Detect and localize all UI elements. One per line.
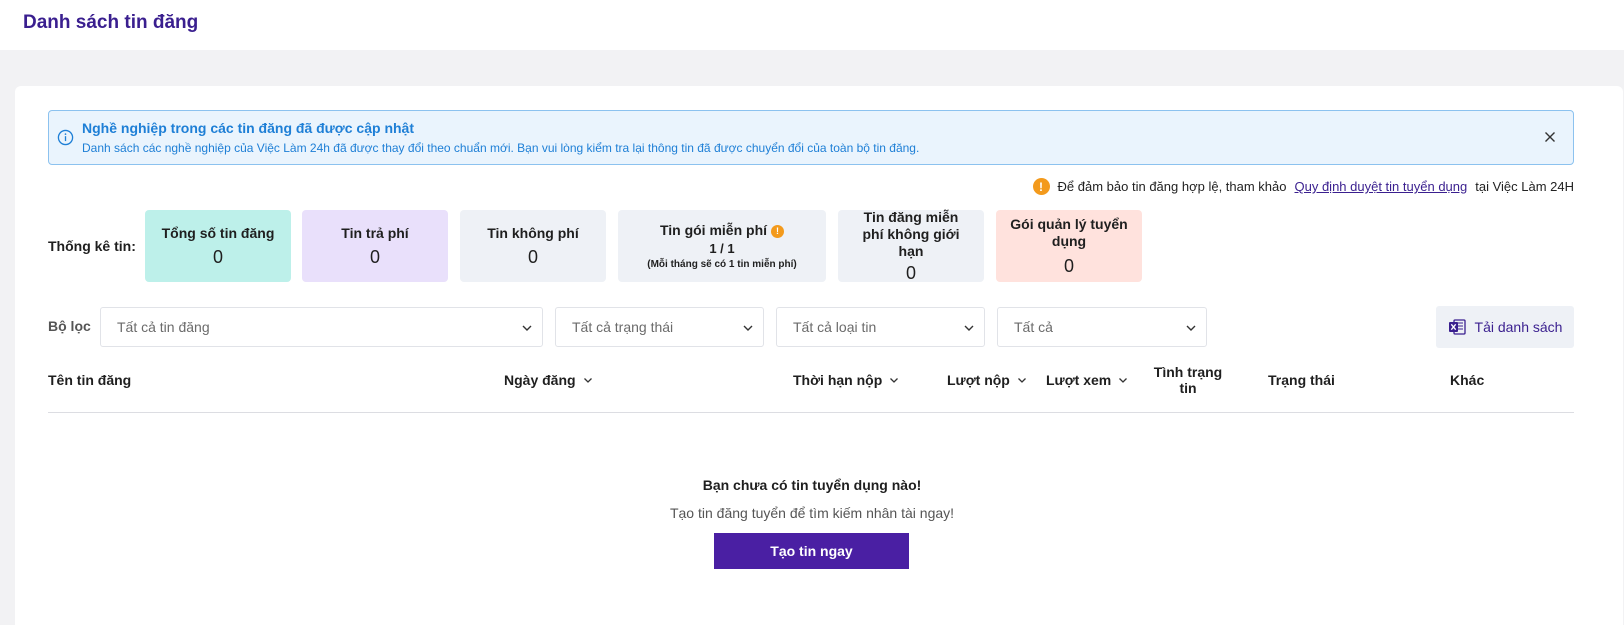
col-header-name: Tên tin đăng [48,372,131,388]
stat-paid-title: Tin trả phí [341,224,409,241]
stat-free-package-ratio: 1 / 1 [709,241,735,256]
excel-icon [1448,319,1466,335]
chevron-down-icon [1186,325,1196,331]
status-filter-select[interactable]: Tất cả trạng thái [555,307,764,347]
chevron-down-icon [890,378,899,383]
empty-state-title: Bạn chưa có tin tuyển dụng nào! [702,477,922,493]
col-date-label: Ngày đăng [504,372,576,388]
post-filter-value: Tất cả tin đăng [117,319,210,335]
create-post-button[interactable]: Tạo tin ngay [714,533,909,569]
alert-text: Danh sách các nghề nghiệp của Việc Làm 2… [82,141,920,155]
type-filter-select[interactable]: Tất cả loại tin [776,307,985,347]
col-views-label: Lượt xem [1046,372,1112,388]
stat-unlimited[interactable]: Tin đăng miễn phí không giới hạn 0 [838,208,984,283]
type-filter-value: Tất cả loại tin [793,319,877,335]
download-list-button[interactable]: Tải danh sách [1436,306,1574,348]
post-filter-select[interactable]: Tất cả tin đăng [100,307,543,347]
notice-suffix: tại Việc Làm 24H [1475,179,1574,194]
chevron-down-icon [522,325,532,331]
chevron-down-icon [583,378,592,383]
col-header-status: Trạng thái [1268,372,1335,388]
stat-unlimited-title: Tin đăng miễn phí không giới hạn [862,208,960,259]
stat-free-title: Tin không phí [487,224,579,241]
col-header-date[interactable]: Ngày đăng [504,372,594,388]
stats-label: Thống kê tin: [48,238,136,254]
col-condition-label: Tình trạng tin [1153,364,1223,396]
col-header-other: Khác [1450,372,1484,388]
col-applies-label: Lượt nộp [947,372,1010,388]
stat-paid[interactable]: Tin trả phí 0 [302,210,448,282]
chevron-down-icon [1119,378,1128,383]
stat-paid-value: 0 [369,246,380,267]
warning-icon: ! [1032,178,1050,195]
col-header-condition: Tình trạng tin [1148,364,1228,396]
alert-title: Nghề nghiệp trong các tin đăng đã được c… [82,120,415,136]
col-header-applies[interactable]: Lượt nộp [947,372,1028,388]
download-label: Tải danh sách [1474,319,1563,335]
info-icon[interactable]: ! [771,225,785,238]
col-deadline-label: Thời hạn nộp [793,372,883,388]
stat-management-title: Gói quản lý tuyển dụng [1010,215,1128,249]
stat-total-value: 0 [212,246,223,267]
guideline-notice: ! Để đảm bảo tin đăng hợp lệ, tham khảo … [1032,178,1574,195]
top-bar: Danh sách tin đăng [0,0,1624,50]
other-filter-value: Tất cả [1014,319,1053,335]
col-name-label: Tên tin đăng [48,372,132,388]
notice-prefix: Để đảm bảo tin đăng hợp lệ, tham khảo [1057,179,1287,194]
status-filter-value: Tất cả trạng thái [572,319,674,335]
close-icon[interactable] [1541,128,1559,146]
stat-management[interactable]: Gói quản lý tuyển dụng 0 [996,210,1142,282]
chevron-down-icon [743,325,753,331]
stat-free-package-title: Tin gói miễn phí [659,222,768,238]
chevron-down-icon [1017,378,1026,383]
col-status-label: Trạng thái [1268,372,1335,388]
stat-free-package[interactable]: Tin gói miễn phí! 1 / 1 (Mỗi tháng sẽ có… [618,210,826,282]
page-title: Danh sách tin đăng [23,12,199,33]
empty-state-subtitle: Tạo tin đăng tuyển để tìm kiếm nhân tài … [669,505,955,521]
stat-free-package-heading: Tin gói miễn phí! [659,222,785,238]
stat-free[interactable]: Tin không phí 0 [460,210,606,282]
stat-total[interactable]: Tổng số tin đăng 0 [145,210,291,282]
stat-free-package-note: (Mỗi tháng sẽ có 1 tin miễn phí) [647,259,797,270]
col-other-label: Khác [1450,372,1485,388]
guideline-link[interactable]: Quy định duyệt tin tuyển dụng [1295,179,1468,194]
stat-unlimited-value: 0 [905,262,916,283]
other-filter-select[interactable]: Tất cả [997,307,1207,347]
stat-total-title: Tổng số tin đăng [161,224,275,241]
info-alert: Nghề nghiệp trong các tin đăng đã được c… [48,110,1574,165]
stat-management-value: 0 [1063,255,1074,276]
stat-free-value: 0 [527,246,538,267]
info-icon [57,129,74,146]
col-header-deadline[interactable]: Thời hạn nộp [793,372,900,388]
chevron-down-icon [964,325,974,331]
filter-label: Bộ lọc [48,318,91,334]
table-divider [48,412,1574,413]
col-header-views[interactable]: Lượt xem [1046,372,1129,388]
